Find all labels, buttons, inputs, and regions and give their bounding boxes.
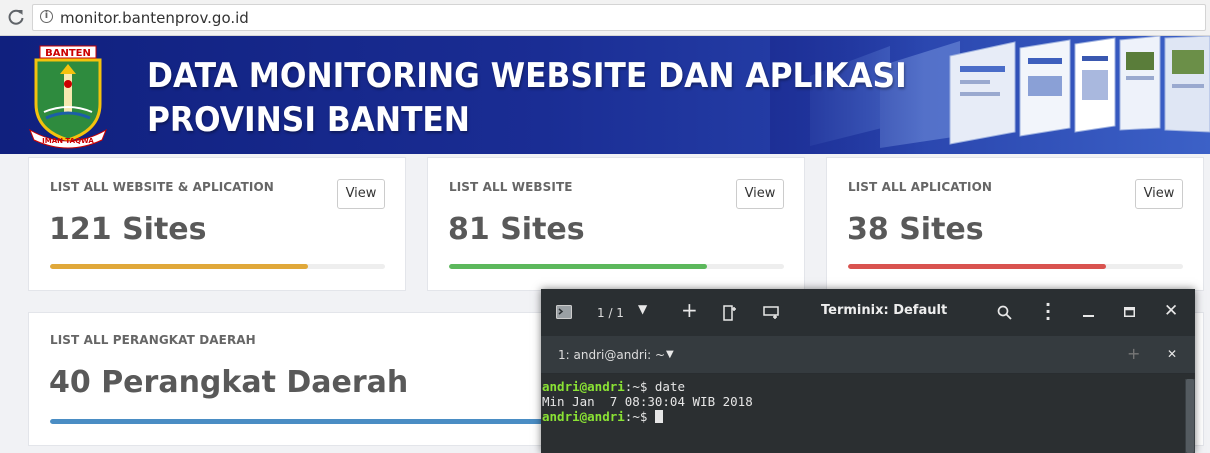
- title-line-1: DATA MONITORING WEBSITE DAN APLIKASI: [147, 56, 907, 96]
- tab-label: 1: andri@andri: ~: [558, 348, 666, 362]
- card-label: LIST ALL APLICATION: [848, 180, 993, 194]
- card-value: 81 Sites: [448, 212, 585, 247]
- svg-text:BANTEN: BANTEN: [45, 48, 91, 59]
- terminal-title: Terminix: Default: [821, 303, 948, 318]
- card-value: 38 Sites: [847, 212, 984, 247]
- title-line-2: PROVINSI BANTEN: [147, 100, 470, 140]
- view-button[interactable]: View: [1135, 179, 1183, 209]
- progress-bar: [449, 264, 784, 269]
- browser-address-bar: i monitor.bantenprov.go.id: [0, 0, 1210, 36]
- card-all-applications: LIST ALL APLICATION View 38 Sites: [826, 157, 1204, 291]
- close-icon[interactable]: ✕: [1164, 301, 1178, 321]
- progress-bar: [848, 264, 1183, 269]
- add-session-down-icon[interactable]: [763, 306, 779, 320]
- page-title: DATA MONITORING WEBSITE DAN APLIKASI PRO…: [147, 54, 907, 142]
- chevron-down-icon[interactable]: ▼: [666, 349, 674, 360]
- menu-icon[interactable]: · · ·: [1045, 297, 1051, 327]
- card-value: 121 Sites: [49, 212, 207, 247]
- card-all-websites-applications: LIST ALL WEBSITE & APLICATION View 121 S…: [28, 157, 406, 291]
- session-counter: 1 / 1: [597, 306, 624, 320]
- banten-logo: BANTEN IMAN TAQWA: [28, 45, 108, 149]
- maximize-icon[interactable]: [1124, 307, 1135, 317]
- url-input[interactable]: i monitor.bantenprov.go.id: [32, 4, 1206, 31]
- card-label: LIST ALL WEBSITE: [449, 180, 573, 194]
- view-button[interactable]: View: [337, 179, 385, 209]
- terminal-scrollbar[interactable]: [1185, 379, 1195, 453]
- terminal-cursor: [654, 410, 663, 423]
- scrollbar-thumb[interactable]: [1186, 379, 1194, 453]
- card-label: LIST ALL WEBSITE & APLICATION: [50, 180, 274, 194]
- info-icon[interactable]: i: [40, 10, 53, 23]
- terminal-line: andri@andri:~$ date: [542, 379, 686, 394]
- terminal-line: andri@andri:~$: [542, 409, 663, 424]
- minimize-icon[interactable]: [1083, 315, 1094, 317]
- progress-bar: [50, 264, 385, 269]
- view-button[interactable]: View: [736, 179, 784, 209]
- add-session-right-icon[interactable]: [723, 305, 737, 321]
- close-tab-icon[interactable]: ✕: [1167, 347, 1177, 361]
- card-all-websites: LIST ALL WEBSITE View 81 Sites: [427, 157, 805, 291]
- reload-icon[interactable]: [6, 7, 26, 27]
- header-banner: BANTEN IMAN TAQWA DATA MONITORING WEBSIT…: [0, 36, 1210, 154]
- terminal-output[interactable]: andri@andri:~$ date Min Jan 7 08:30:04 W…: [541, 374, 1195, 453]
- search-icon[interactable]: [997, 305, 1012, 320]
- card-value: 40 Perangkat Daerah: [49, 365, 409, 400]
- chevron-down-icon[interactable]: ▼: [638, 302, 647, 316]
- terminal-line: Min Jan 7 08:30:04 WIB 2018: [542, 394, 753, 409]
- url-text: monitor.bantenprov.go.id: [60, 9, 249, 27]
- terminal-icon[interactable]: [556, 305, 572, 319]
- add-terminal-icon[interactable]: +: [1127, 344, 1140, 363]
- terminal-window[interactable]: 1 / 1 ▼ + Terminix: Default · · · ✕ 1: and…: [541, 289, 1195, 453]
- card-label: LIST ALL PERANGKAT DAERAH: [50, 333, 256, 347]
- terminal-tab[interactable]: 1: andri@andri: ~ ▼ + ✕: [541, 336, 1195, 374]
- add-icon[interactable]: +: [681, 298, 698, 322]
- svg-text:IMAN TAQWA: IMAN TAQWA: [42, 137, 94, 145]
- terminal-titlebar: 1 / 1 ▼ + Terminix: Default · · · ✕: [541, 289, 1195, 336]
